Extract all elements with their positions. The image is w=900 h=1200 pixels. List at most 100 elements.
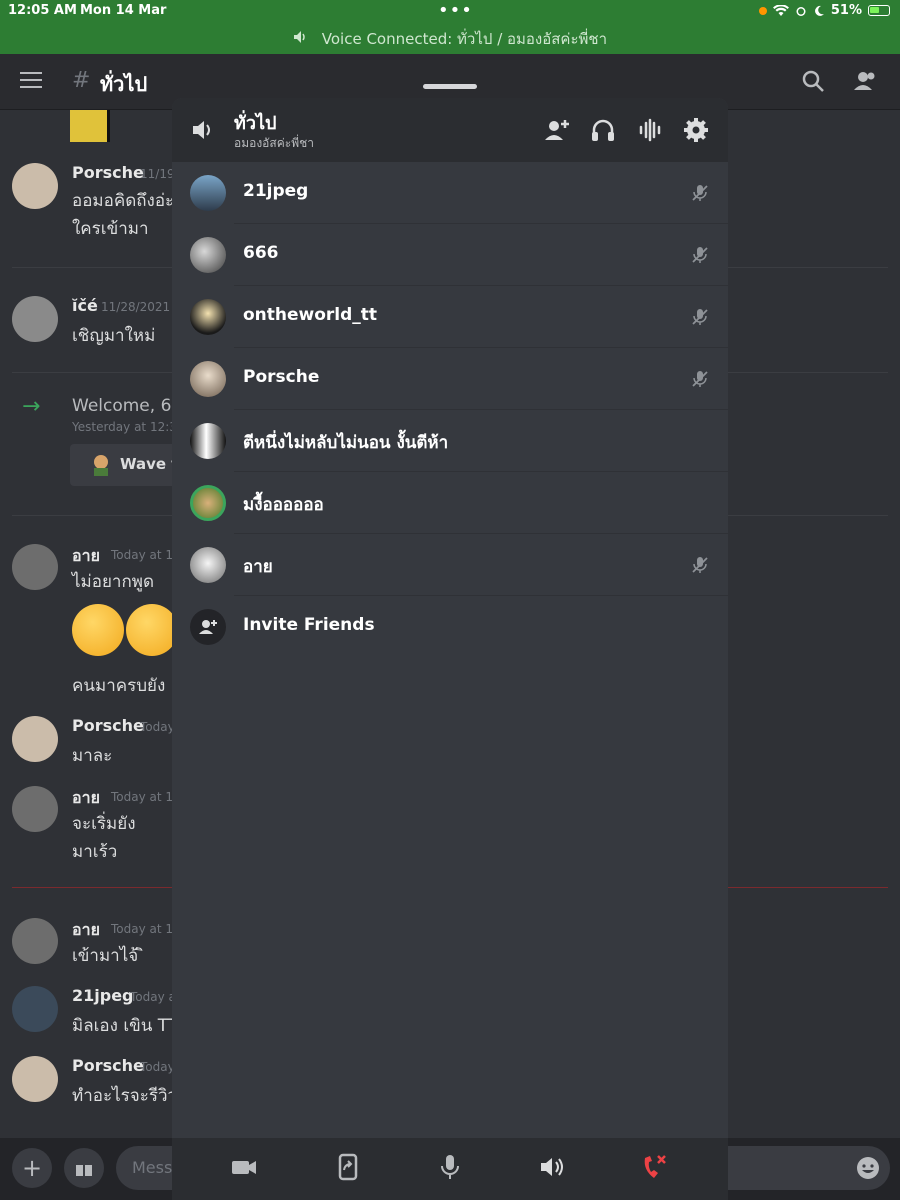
voice-member-row[interactable]: 666 — [172, 224, 728, 286]
soundboard-icon[interactable] — [636, 116, 664, 144]
message-text: มาละ — [72, 746, 113, 766]
join-arrow-icon: → — [22, 394, 41, 419]
alarm-icon — [796, 6, 806, 16]
wifi-icon — [772, 4, 789, 16]
message-timestamp: Today at 12 — [111, 922, 181, 936]
avatar[interactable] — [12, 716, 58, 762]
message-author[interactable]: อาย — [72, 918, 100, 943]
mic-muted-icon — [692, 247, 708, 263]
speaker-icon — [293, 31, 305, 43]
members-icon[interactable] — [852, 68, 878, 94]
image-attachment[interactable] — [70, 110, 110, 142]
member-avatar — [190, 547, 226, 583]
message-input-placeholder: Mess — [132, 1158, 173, 1177]
add-member-icon[interactable] — [543, 116, 571, 144]
message-text: มิลเอง เขิน TT — [72, 1016, 179, 1036]
message-text: เชิญมาใหม่ — [72, 326, 156, 346]
avatar[interactable] — [12, 986, 58, 1032]
message-text: ไม่อยากพูด — [72, 572, 155, 592]
message-author[interactable]: Porsche — [72, 1056, 144, 1075]
speaker-output-icon[interactable] — [537, 1152, 567, 1182]
emoji-picker-icon[interactable] — [856, 1156, 880, 1180]
voice-member-row[interactable]: 21jpeg — [172, 162, 728, 224]
invite-friends-row[interactable]: Invite Friends — [172, 596, 728, 658]
avatar[interactable] — [12, 296, 58, 342]
member-avatar — [190, 175, 226, 211]
invite-friends-label: Invite Friends — [243, 615, 375, 635]
message-author[interactable]: อาย — [72, 786, 100, 811]
avatar[interactable] — [12, 786, 58, 832]
video-camera-icon[interactable] — [229, 1152, 259, 1182]
battery-percent: 51% — [830, 3, 862, 18]
gift-icon[interactable] — [64, 1148, 104, 1188]
headphones-icon[interactable] — [589, 116, 617, 144]
voice-channel-name: ทั่วไป — [234, 113, 277, 134]
voice-member-row[interactable]: Porsche — [172, 348, 728, 410]
avatar[interactable] — [12, 163, 58, 209]
menu-icon[interactable] — [20, 72, 42, 90]
status-indicators: 51% — [758, 3, 890, 18]
voice-member-row[interactable]: ตีหนึ่งไม่หลับไม่นอน งั้นตีห้า — [172, 410, 728, 472]
message-timestamp: Yesterday at 12:31 — [72, 420, 185, 434]
settings-gear-icon[interactable] — [682, 116, 710, 144]
channel-title[interactable]: ทั่วไป — [100, 68, 147, 100]
member-avatar — [190, 237, 226, 273]
message-author[interactable]: อาย — [72, 544, 100, 569]
server-name: อมองอัสค่ะพี่ชา — [234, 136, 314, 150]
voice-connected-bar[interactable]: 12:05 AM Mon 14 Mar ••• 51% Voice Connec… — [0, 0, 900, 54]
member-avatar — [190, 423, 226, 459]
microphone-icon[interactable] — [435, 1152, 465, 1182]
member-name: ontheworld_tt — [243, 305, 378, 325]
message-text: จะเริ่มยัง — [72, 814, 136, 834]
avatar[interactable] — [12, 1056, 58, 1102]
status-bar: 12:05 AM Mon 14 Mar ••• 51% — [0, 0, 900, 24]
message-text: คนมาครบยัง — [72, 676, 166, 696]
message-author[interactable]: Porsche — [72, 716, 144, 735]
channel-hash-icon: # — [72, 68, 91, 93]
message-timestamp: Today — [140, 1060, 175, 1074]
voice-channel-speaker-icon — [193, 121, 210, 139]
disconnect-call-icon[interactable] — [639, 1152, 669, 1182]
multitasking-dots-icon[interactable]: ••• — [438, 0, 473, 21]
mic-muted-icon — [692, 371, 708, 387]
message-author[interactable]: ĭčé — [72, 296, 98, 315]
battery-icon — [868, 5, 890, 16]
member-name: Porsche — [243, 367, 320, 387]
member-name: มงื้ออออออ — [243, 495, 324, 515]
avatar[interactable] — [12, 918, 58, 964]
add-attachment-button[interactable]: + — [12, 1148, 52, 1188]
member-name: 666 — [243, 243, 279, 263]
voice-connected-banner[interactable]: Voice Connected: ทั่วไป / อมองอัสค่ะพี่ช… — [0, 27, 900, 51]
mic-muted-icon — [692, 557, 708, 573]
pensive-emoji — [72, 604, 124, 656]
invite-friends-icon — [190, 609, 226, 645]
member-avatar-speaking — [190, 485, 226, 521]
voice-sheet-header: ทั่วไป อมองอัสค่ะพี่ชา — [172, 98, 728, 162]
screen-share-icon[interactable] — [333, 1152, 363, 1182]
pensive-emoji — [126, 604, 178, 656]
mic-in-use-indicator — [758, 6, 767, 15]
search-icon[interactable] — [800, 68, 826, 94]
message-timestamp: Today at 12 — [111, 548, 181, 562]
avatar[interactable] — [12, 544, 58, 590]
mic-muted-icon — [692, 309, 708, 325]
voice-member-row[interactable]: ontheworld_tt — [172, 286, 728, 348]
member-name: อาย — [243, 557, 273, 577]
voice-connected-text: Voice Connected: ทั่วไป / อมองอัสค่ะพี่ช… — [321, 30, 607, 48]
message-timestamp: Today a — [130, 990, 176, 1004]
message-text: ทำอะไรจะรีวิว — [72, 1086, 178, 1106]
sheet-drag-handle[interactable] — [423, 84, 477, 89]
message-text: ออมอคิดถึงอ่ะ — [72, 191, 175, 211]
message-text: ใครเข้ามา — [72, 219, 149, 239]
message-timestamp: 11/28/2021 — [101, 300, 171, 314]
voice-member-row-speaking[interactable]: มงื้ออออออ — [172, 472, 728, 534]
voice-controls-bar — [172, 1138, 728, 1200]
moon-icon — [814, 5, 824, 16]
member-name: 21jpeg — [243, 181, 309, 201]
message-timestamp: Today at 12 — [111, 790, 181, 804]
member-avatar — [190, 299, 226, 335]
message-author[interactable]: 21jpeg — [72, 986, 134, 1005]
voice-member-row[interactable]: อาย — [172, 534, 728, 596]
message-timestamp: Today — [140, 720, 175, 734]
message-author[interactable]: Porsche — [72, 163, 144, 182]
